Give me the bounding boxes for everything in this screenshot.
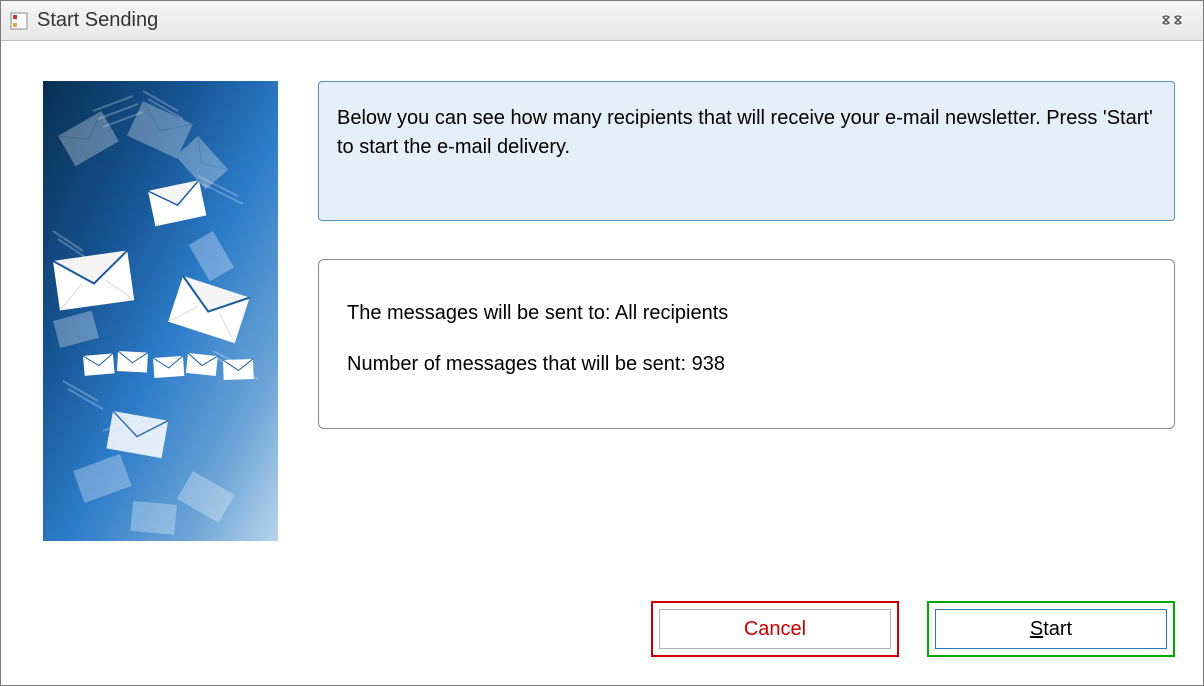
recipients-value: All recipients [615, 302, 728, 324]
instruction-panel: Below you can see how many recipients th… [318, 81, 1175, 221]
start-highlight: Start [927, 601, 1175, 657]
window-title: Start Sending [37, 9, 158, 32]
count-line: Number of messages that will be sent: 93… [347, 353, 1146, 376]
app-icon [9, 11, 29, 31]
start-button[interactable]: Start [935, 609, 1167, 649]
close-button[interactable] [1161, 14, 1185, 28]
count-value: 938 [692, 353, 725, 375]
cancel-button[interactable]: Cancel [659, 609, 891, 649]
dialog-window: Start Sending [0, 0, 1204, 686]
button-row: Cancel Start [651, 601, 1175, 657]
count-label: Number of messages that will be sent: [347, 353, 686, 375]
cancel-highlight: Cancel [651, 601, 899, 657]
titlebar: Start Sending [1, 1, 1203, 41]
recipients-label: The messages will be sent to: [347, 302, 610, 324]
decorative-image [43, 81, 278, 541]
info-panel: The messages will be sent to: All recipi… [318, 259, 1175, 429]
dialog-content: Below you can see how many recipients th… [1, 41, 1203, 685]
instruction-text: Below you can see how many recipients th… [337, 107, 1153, 158]
recipients-line: The messages will be sent to: All recipi… [347, 302, 1146, 325]
main-panel: Below you can see how many recipients th… [318, 81, 1175, 657]
